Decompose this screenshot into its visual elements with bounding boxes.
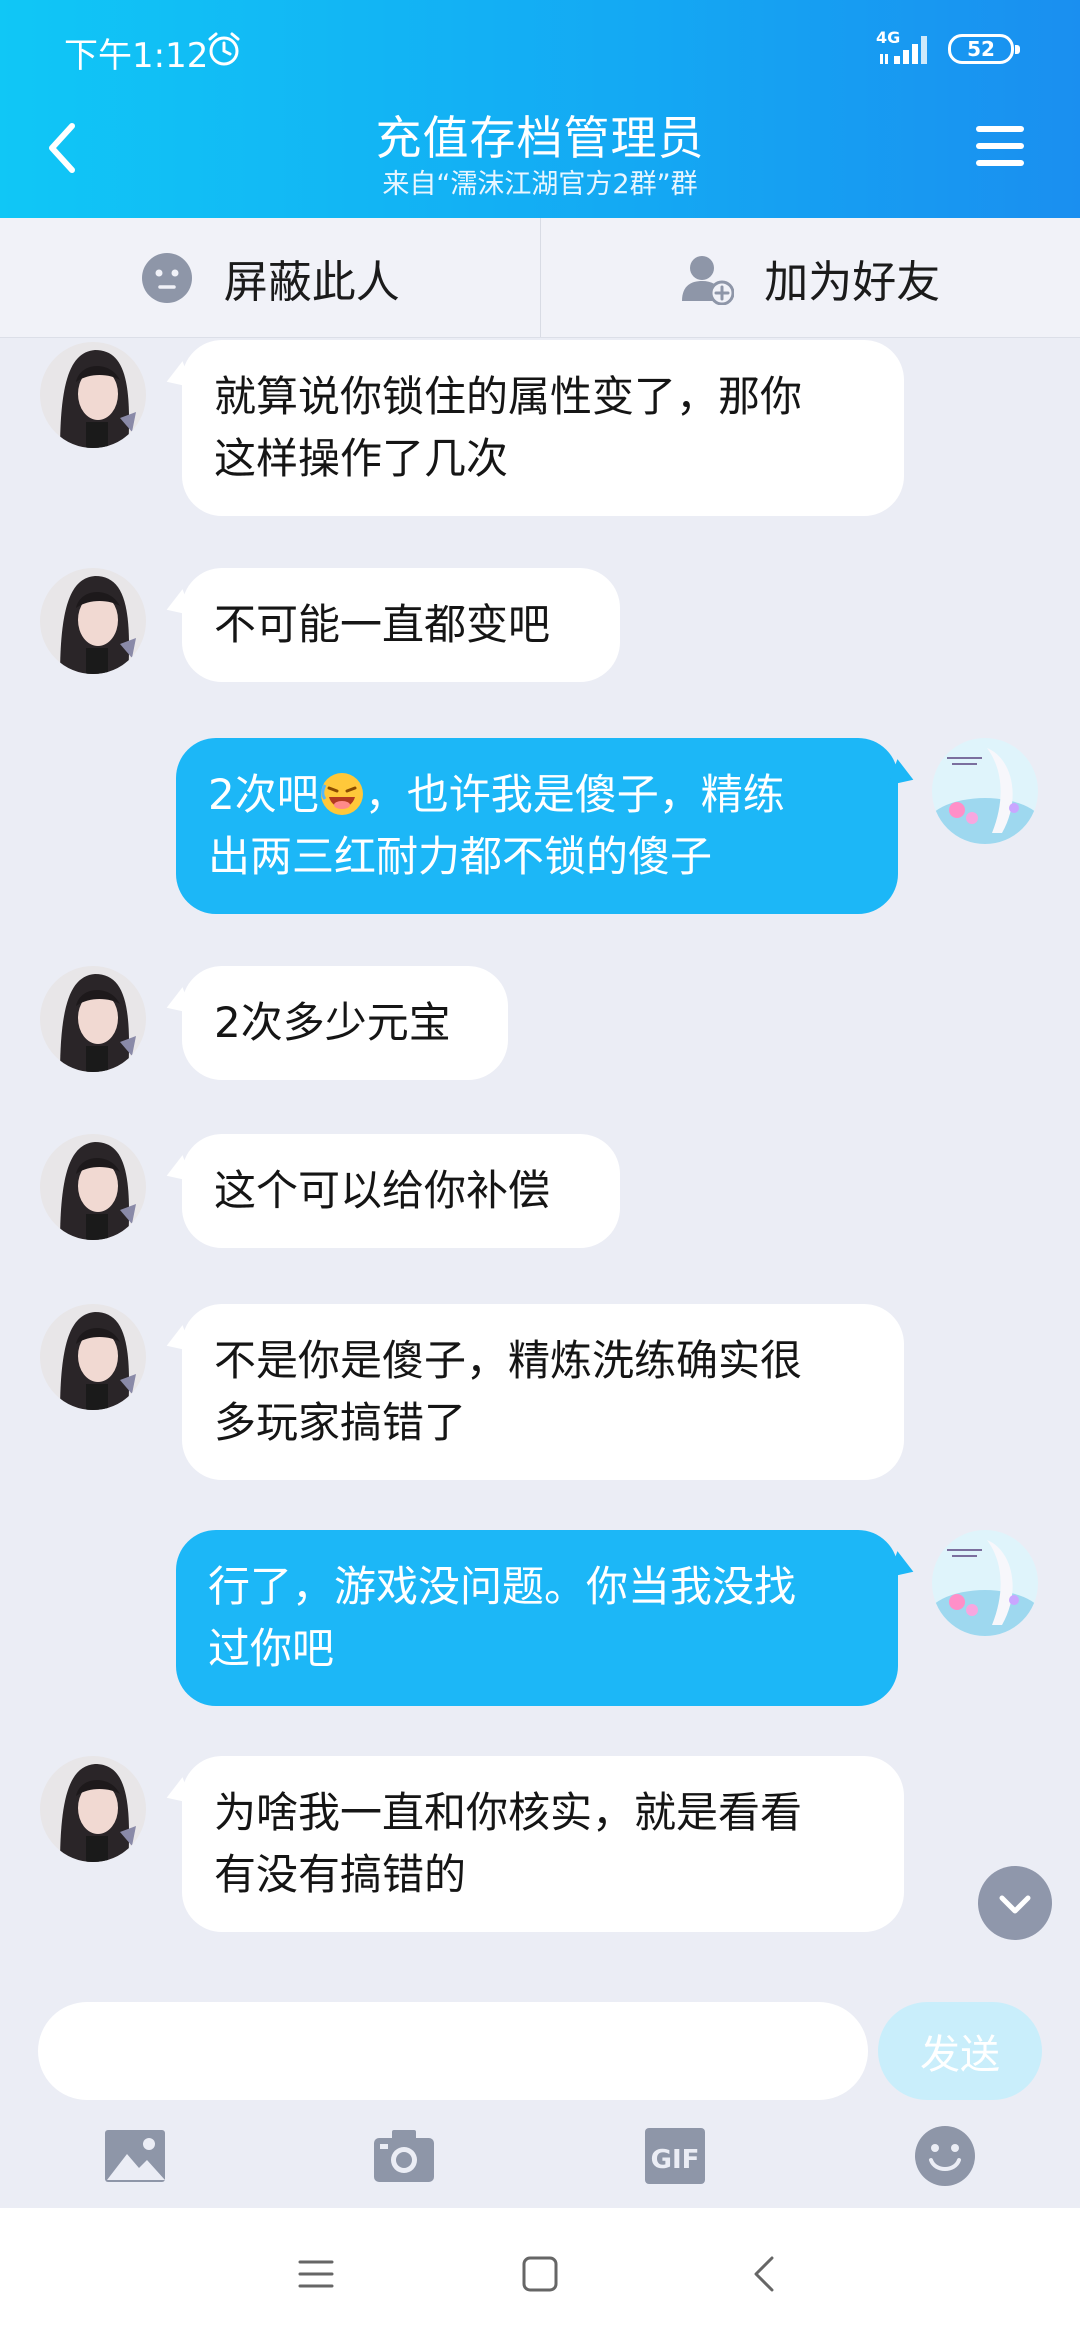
- image-icon[interactable]: [103, 2124, 167, 2188]
- message-text: 过你吧: [208, 1624, 335, 1673]
- block-user-label: 屏蔽此人: [223, 256, 400, 308]
- my-avatar[interactable]: [932, 738, 1038, 844]
- message-text: 出两三红耐力都不锁的傻子: [208, 832, 713, 881]
- message-text: 有没有搞错的: [214, 1850, 467, 1899]
- incoming-message-bubble[interactable]: 不可能一直都变吧: [182, 568, 620, 682]
- message-text: 2次吧: [208, 770, 319, 819]
- message-text: 为啥我一直和你核实，就是看看: [214, 1788, 803, 1837]
- chat-header: 下午1:12 4G 52 充值存档管理员 来自“濡沫江湖官方2群”群: [0, 0, 1080, 218]
- signal-icon: [880, 36, 927, 64]
- avatar[interactable]: [40, 342, 146, 448]
- incoming-message-bubble[interactable]: 2次多少元宝: [182, 966, 508, 1080]
- status-bar: 下午1:12 4G 52: [0, 0, 1080, 100]
- menu-icon[interactable]: [974, 122, 1030, 170]
- message-text: 不可能一直都变吧: [214, 600, 551, 649]
- message-text: 行了，游戏没问题。你当我没找: [208, 1562, 797, 1611]
- input-area: 发送 GIF: [0, 1978, 1080, 2208]
- avatar[interactable]: [40, 1304, 146, 1410]
- message-text: 就算说你锁住的属性变了，那你: [214, 372, 803, 421]
- chat-title: 充值存档管理员: [375, 111, 705, 165]
- nav-menu-icon[interactable]: [294, 2252, 338, 2296]
- message-text: 多玩家搞错了: [214, 1398, 467, 1447]
- message-text: 不是你是傻子，精炼洗练确实很: [214, 1336, 803, 1385]
- chevron-down-icon: [999, 1895, 1031, 1914]
- my-avatar[interactable]: [932, 1530, 1038, 1636]
- incoming-message-bubble[interactable]: 就算说你锁住的属性变了，那你 这样操作了几次: [182, 340, 904, 516]
- laughing-face-emoji: [320, 773, 363, 815]
- status-time: 下午1:12: [64, 36, 209, 76]
- add-friend-icon: [682, 255, 735, 305]
- svg-text:GIF: GIF: [651, 2145, 700, 2175]
- chat-messages[interactable]: 就算说你锁住的属性变了，那你 这样操作了几次 不可能一直都变吧 2次吧 ，也许我…: [0, 338, 1080, 1978]
- scroll-to-bottom-button[interactable]: [978, 1866, 1052, 1940]
- system-nav-bar: [0, 2208, 1080, 2340]
- message-input[interactable]: [38, 2002, 868, 2100]
- block-user-icon: [141, 252, 192, 303]
- outgoing-message-bubble[interactable]: 2次吧 ，也许我是傻子，精练 出两三红耐力都不锁的傻子: [176, 738, 898, 914]
- incoming-message-bubble[interactable]: 为啥我一直和你核实，就是看看 有没有搞错的: [182, 1756, 904, 1932]
- alarm-icon: [208, 32, 240, 66]
- avatar[interactable]: [40, 1134, 146, 1240]
- send-button[interactable]: 发送: [878, 2002, 1042, 2100]
- gif-icon[interactable]: GIF: [643, 2124, 707, 2188]
- add-friend-button[interactable]: 加为好友: [539, 218, 1080, 337]
- camera-icon[interactable]: [372, 2124, 436, 2188]
- avatar[interactable]: [40, 1756, 146, 1862]
- message-text: 2次多少元宝: [214, 998, 451, 1047]
- battery-indicator: 52: [948, 34, 1020, 64]
- avatar[interactable]: [40, 568, 146, 674]
- add-friend-label: 加为好友: [764, 256, 941, 308]
- nav-home-icon[interactable]: [518, 2252, 562, 2296]
- nav-back-icon[interactable]: [744, 2252, 788, 2296]
- message-text: 这样操作了几次: [214, 434, 509, 483]
- incoming-message-bubble[interactable]: 不是你是傻子，精炼洗练确实很 多玩家搞错了: [182, 1304, 904, 1480]
- block-user-button[interactable]: 屏蔽此人: [0, 218, 540, 337]
- action-bar: 屏蔽此人 加为好友: [0, 218, 1080, 338]
- chat-subtitle: 来自“濡沫江湖官方2群”群: [382, 169, 698, 200]
- emoji-face-icon[interactable]: [913, 2124, 977, 2188]
- avatar[interactable]: [40, 966, 146, 1072]
- message-text: 这个可以给你补偿: [214, 1166, 551, 1215]
- outgoing-message-bubble[interactable]: 行了，游戏没问题。你当我没找 过你吧: [176, 1530, 898, 1706]
- incoming-message-bubble[interactable]: 这个可以给你补偿: [182, 1134, 620, 1248]
- message-text: ，也许我是傻子，精练: [364, 770, 785, 819]
